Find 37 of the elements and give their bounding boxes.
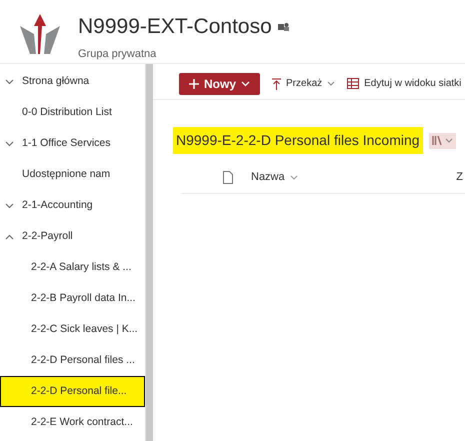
caret-icon: [327, 81, 336, 86]
nav-item[interactable]: 2-2-C Sick leaves | K...: [0, 314, 145, 345]
site-subtitle: Grupa prywatna: [78, 47, 158, 62]
nav-item[interactable]: 2-1-Accounting: [0, 190, 145, 221]
library-icon: [432, 136, 442, 145]
nav-item[interactable]: 2-2-Payroll: [0, 221, 145, 252]
nav-item[interactable]: 1-1 Office Services: [0, 128, 145, 159]
view-switcher[interactable]: [428, 132, 456, 148]
grid-icon: [347, 78, 360, 89]
new-button[interactable]: Nowy: [179, 72, 260, 94]
nav-item[interactable]: 2-2-E Work contract...: [0, 407, 145, 438]
column-header[interactable]: Z: [456, 169, 463, 186]
nav-item[interactable]: 2-2-B Payroll data In...: [0, 283, 145, 314]
chevron-icon: [5, 140, 14, 146]
caret-icon: [290, 175, 298, 180]
upload-button[interactable]: Przekaż: [272, 76, 336, 91]
library-title: N9999-E-2-2-D Personal files Incoming: [173, 127, 423, 154]
nav-item[interactable]: 2-2-D Personal file...: [0, 376, 145, 407]
chevron-icon: [5, 202, 14, 208]
caret-icon: [241, 80, 250, 86]
logo-icon: [18, 12, 62, 56]
file-icon: [223, 171, 233, 184]
nav-item[interactable]: Udostępnione nam: [0, 159, 145, 190]
column-header[interactable]: Nazwa: [251, 169, 298, 186]
scrollbar[interactable]: [145, 64, 153, 441]
plus-icon: [189, 78, 199, 88]
nav-item[interactable]: Strona główna: [0, 66, 145, 97]
caret-icon: [444, 138, 453, 143]
upload-icon: [272, 78, 282, 90]
site-title: N9999-EXT-Contoso: [78, 14, 272, 40]
nav-item[interactable]: 2-2-A Salary lists & ...: [0, 252, 145, 283]
grid-edit-button[interactable]: Edytuj w widoku siatki: [347, 76, 462, 91]
teams-icon: [278, 22, 289, 32]
nav-item[interactable]: 2-2-D Personal files ...: [0, 345, 145, 376]
chevron-icon: [5, 234, 14, 240]
chevron-icon: [5, 78, 14, 84]
nav-item[interactable]: 0-0 Distribution List: [0, 97, 145, 128]
